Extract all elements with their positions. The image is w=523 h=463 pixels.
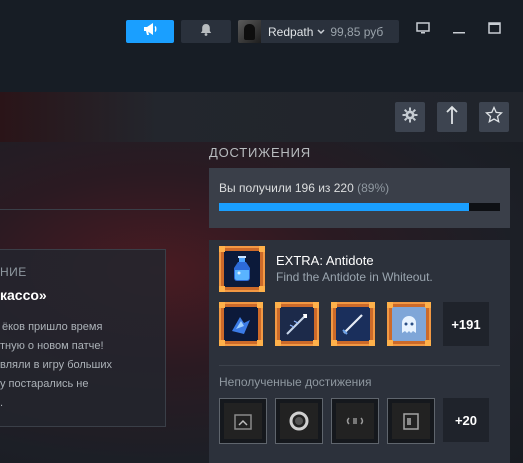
upload-icon	[445, 105, 459, 130]
unlocked-more-badge[interactable]: +191	[443, 302, 489, 346]
frame-corner	[331, 302, 337, 308]
potion-icon	[224, 251, 260, 287]
featured-achievement-icon[interactable]	[219, 246, 265, 292]
progress-bar	[219, 203, 500, 211]
frame-corner	[219, 340, 225, 346]
notifications-button[interactable]	[181, 20, 231, 43]
locked-achievement[interactable]	[387, 398, 435, 444]
cabinet-icon	[392, 403, 430, 439]
maximize-button[interactable]	[480, 18, 508, 42]
upload-button[interactable]	[437, 102, 467, 132]
sword-icon	[336, 307, 370, 341]
news-line: .	[0, 397, 4, 409]
achievement-progress-panel[interactable]	[209, 168, 510, 228]
spear-icon	[280, 307, 314, 341]
frame-corner	[219, 246, 225, 252]
ghost-icon	[392, 307, 426, 341]
slot-machine-icon	[224, 403, 262, 439]
minimize-icon	[453, 21, 465, 39]
avatar	[238, 20, 261, 43]
achievements-heading[interactable]: ДОСТИЖЕНИЯ	[209, 145, 311, 160]
news-title[interactable]: касco»	[0, 287, 47, 303]
frame-corner	[369, 302, 375, 308]
title-bar	[0, 0, 523, 92]
frame-corner	[275, 340, 281, 346]
locked-more-badge[interactable]: +20	[443, 398, 489, 442]
featured-achievement-description: Find the Antidote in Whiteout.	[276, 270, 433, 284]
news-kicker: НИЕ	[0, 265, 27, 279]
news-line: вляли в игру больших	[0, 359, 112, 371]
star-icon	[484, 105, 504, 129]
frame-corner	[275, 302, 281, 308]
frame-corner	[259, 286, 265, 292]
locked-achievement[interactable]	[331, 398, 379, 444]
locked-achievement[interactable]	[275, 398, 323, 444]
favorite-button[interactable]	[479, 102, 509, 132]
announcements-button[interactable]	[126, 20, 174, 43]
news-line: тную о новом патче!	[0, 340, 104, 352]
locked-achievement[interactable]	[219, 398, 267, 444]
big-picture-button[interactable]	[409, 18, 437, 42]
frame-corner	[257, 340, 263, 346]
unlocked-achievement[interactable]	[275, 302, 319, 346]
frame-corner	[331, 340, 337, 346]
progress-bar-fill	[219, 203, 470, 211]
chevron-down-icon	[317, 27, 325, 37]
progress-percent: (89%)	[357, 181, 390, 195]
left-panel-section	[0, 142, 190, 210]
bell-icon	[200, 23, 212, 41]
locked-achievements-label: Неполученные достижения	[219, 375, 372, 389]
account-menu[interactable]: Redpath 99,85 руб	[238, 20, 399, 43]
frame-corner	[387, 302, 393, 308]
progress-label: Вы получили 196 из 220	[219, 181, 354, 195]
settings-button[interactable]	[395, 102, 425, 132]
frame-corner	[369, 340, 375, 346]
frame-corner	[387, 340, 393, 346]
news-body: ёков пришло время тную о новом патче! вл…	[0, 318, 160, 413]
unlocked-achievement[interactable]	[331, 302, 375, 346]
frame-corner	[219, 286, 225, 292]
frame-corner	[219, 302, 225, 308]
frame-corner	[425, 302, 431, 308]
news-line: у постарались не	[0, 378, 89, 390]
featured-achievement-title: EXTRA: Antidote	[276, 253, 374, 268]
frame-corner	[425, 340, 431, 346]
unlocked-achievement[interactable]	[219, 302, 263, 346]
frame-corner	[313, 302, 319, 308]
frame-corner	[313, 340, 319, 346]
megaphone-icon	[142, 22, 158, 41]
ring-icon	[280, 403, 318, 439]
wallet-balance: 99,85 руб	[330, 24, 384, 39]
unlocked-achievement[interactable]	[387, 302, 431, 346]
news-line: ёков пришло время	[2, 321, 103, 333]
frame-corner	[257, 302, 263, 308]
account-name: Redpath	[268, 24, 314, 39]
achievement-progress-text: Вы получили 196 из 220 (89%)	[219, 181, 389, 195]
divider	[219, 365, 500, 366]
frame-corner	[259, 246, 265, 252]
blue-shard-icon	[224, 307, 258, 341]
minimize-button[interactable]	[445, 18, 473, 42]
gear-icon	[402, 107, 418, 128]
sound-wave-icon	[336, 403, 374, 439]
monitor-icon	[416, 21, 430, 39]
maximize-icon	[487, 21, 501, 39]
